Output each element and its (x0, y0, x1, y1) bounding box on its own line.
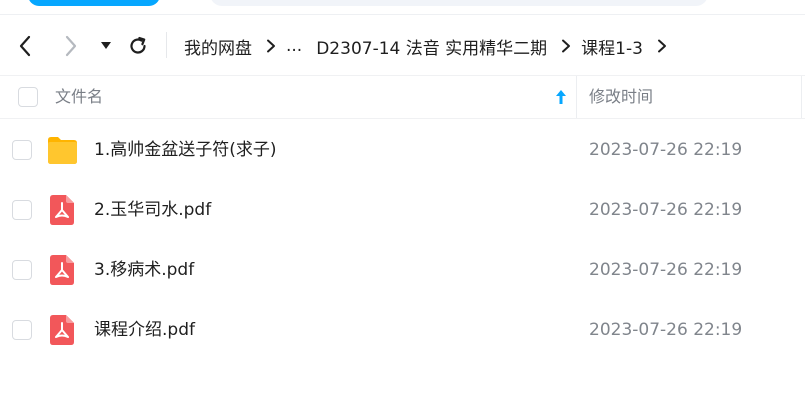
upload-button[interactable] (28, 0, 160, 6)
table-row[interactable]: 课程介绍.pdf 2023-07-26 22:19 (0, 300, 805, 360)
divider (0, 14, 805, 15)
search-bar[interactable] (210, 0, 708, 6)
breadcrumb: 我的网盘 ... D2307-14 法音 实用精华二期 课程1-3 (184, 24, 677, 68)
history-dropdown-button[interactable] (98, 24, 114, 68)
pdf-file-icon (50, 255, 74, 285)
back-button[interactable] (12, 24, 38, 68)
file-modified-time: 2023-07-26 22:19 (589, 140, 743, 160)
forward-button[interactable] (58, 24, 84, 68)
file-modified-time: 2023-07-26 22:19 (589, 320, 743, 340)
chevron-right-icon (561, 39, 571, 53)
pdf-file-icon (50, 195, 74, 225)
row-checkbox[interactable] (12, 320, 32, 340)
folder-icon (48, 137, 77, 164)
breadcrumb-item-ellipsis[interactable]: ... (286, 36, 302, 56)
file-name[interactable]: 2.玉华司水.pdf (94, 180, 211, 240)
row-checkbox[interactable] (12, 140, 32, 160)
refresh-button[interactable] (125, 24, 151, 68)
arrow-up-icon[interactable] (555, 89, 567, 105)
file-name[interactable]: 课程介绍.pdf (94, 300, 195, 360)
row-checkbox[interactable] (12, 200, 32, 220)
file-list-header: 文件名 修改时间 (0, 75, 805, 119)
chevron-left-icon (19, 35, 31, 57)
chevron-right-icon (65, 35, 77, 57)
pdf-file-icon (50, 315, 74, 345)
file-modified-time: 2023-07-26 22:19 (589, 260, 743, 280)
breadcrumb-item-root[interactable]: 我的网盘 (184, 34, 252, 59)
file-modified-time: 2023-07-26 22:19 (589, 200, 743, 220)
column-header-modified[interactable]: 修改时间 (589, 76, 653, 118)
chevron-right-icon (266, 39, 276, 53)
table-row[interactable]: 3.移病术.pdf 2023-07-26 22:19 (0, 240, 805, 300)
breadcrumb-item-current[interactable]: 课程1-3 (581, 34, 643, 59)
nav-divider (166, 32, 167, 58)
file-name[interactable]: 1.高帅金盆送子符(求子) (94, 120, 276, 180)
row-checkbox[interactable] (12, 260, 32, 280)
select-all-checkbox[interactable] (18, 87, 38, 107)
refresh-icon (130, 36, 146, 54)
column-divider[interactable] (801, 76, 802, 118)
navigation-bar: 我的网盘 ... D2307-14 法音 实用精华二期 课程1-3 (0, 24, 805, 68)
column-divider[interactable] (576, 76, 577, 118)
breadcrumb-item-course-folder[interactable]: D2307-14 法音 实用精华二期 (316, 34, 547, 59)
column-header-name[interactable]: 文件名 (55, 76, 103, 118)
caret-down-icon (101, 42, 111, 49)
chevron-right-icon (657, 39, 667, 53)
table-row[interactable]: 1.高帅金盆送子符(求子) 2023-07-26 22:19 (0, 120, 805, 180)
top-toolbar-strip (0, 0, 805, 15)
table-row[interactable]: 2.玉华司水.pdf 2023-07-26 22:19 (0, 180, 805, 240)
file-name[interactable]: 3.移病术.pdf (94, 240, 194, 300)
